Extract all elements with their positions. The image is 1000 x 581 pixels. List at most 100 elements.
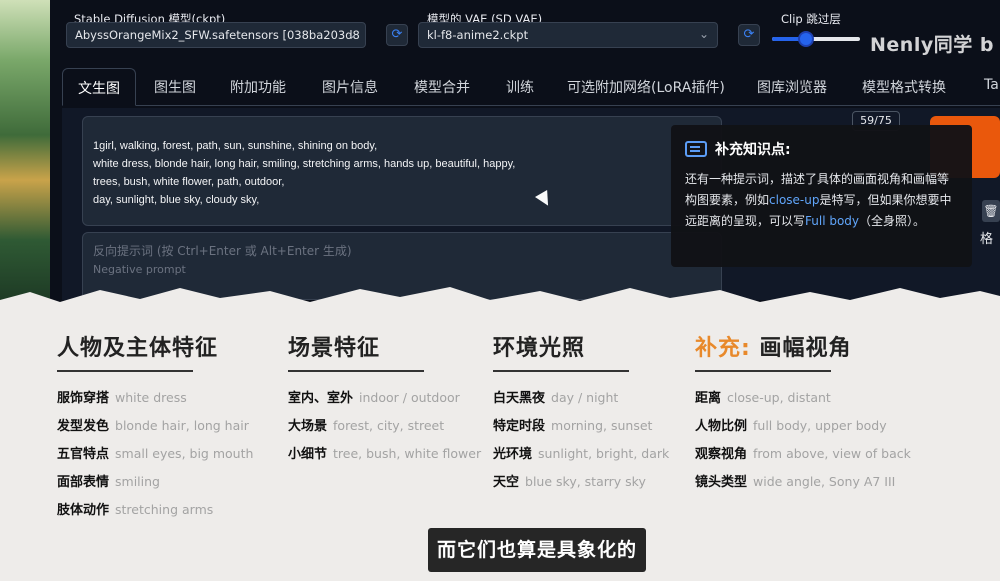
category-lighting: 环境光照 白天黑夜 day / night 特定时段 morning, sunset… xyxy=(493,330,669,496)
list-item: 面部表情 smiling xyxy=(57,468,253,496)
vae-select[interactable]: kl-f8-anime2.ckpt ⌄ xyxy=(418,22,718,48)
slider-thumb[interactable] xyxy=(798,31,814,47)
item-key: 服饰穿搭 xyxy=(57,391,110,406)
item-value: forest, city, street xyxy=(333,418,445,433)
chevron-down-icon: ⌄ xyxy=(346,27,357,41)
tab-txt2img[interactable]: 文生图 xyxy=(62,68,136,106)
item-value: full body, upper body xyxy=(753,418,887,433)
tab-image-browser[interactable]: 图库浏览器 xyxy=(757,68,827,106)
style-label-fragment: 格 xyxy=(980,232,994,247)
item-value: from above, view of back xyxy=(753,446,911,461)
item-value: day / night xyxy=(551,390,619,405)
prompt-line: trees, bush, white flower, path, outdoor… xyxy=(93,176,285,188)
tab-model-converter[interactable]: 模型格式转换 xyxy=(862,68,946,106)
main-tabs: 文生图 图生图 附加功能 图片信息 模型合并 训练 可选附加网络(LoRA插件)… xyxy=(62,66,1000,106)
item-value: morning, sunset xyxy=(551,418,653,433)
list-item: 距离 close-up, distant xyxy=(695,384,911,412)
vae-value: kl-f8-anime2.ckpt xyxy=(427,28,529,42)
item-value: tree, bush, white flower xyxy=(333,446,482,461)
item-value: white dress xyxy=(115,390,187,405)
item-value: wide angle, Sony A7 III xyxy=(753,474,896,489)
tab-png-info[interactable]: 图片信息 xyxy=(322,68,378,106)
tooltip-text: （全身照）。 xyxy=(859,214,926,228)
divider xyxy=(695,370,831,372)
category-title: 补充: 画幅视角 xyxy=(695,330,911,362)
background-forest-image xyxy=(0,0,52,300)
knowledge-tooltip: 补充知识点: 还有一种提示词，描述了具体的画面视角和画幅等构图要素，例如clos… xyxy=(671,125,972,267)
chat-bubble-icon xyxy=(685,141,707,157)
list-item: 服饰穿搭 white dress xyxy=(57,384,253,412)
category-character: 人物及主体特征 服饰穿搭 white dress 发型发色 blonde hair,… xyxy=(57,330,253,524)
category-title-text: 画幅视角 xyxy=(759,336,852,361)
model-select[interactable]: AbyssOrangeMix2_SFW.safetensors [038ba20… xyxy=(66,22,366,48)
refresh-model-icon[interactable]: ⟳ xyxy=(386,24,408,46)
list-item: 光环境 sunlight, bright, dark xyxy=(493,440,669,468)
tab-train[interactable]: 训练 xyxy=(506,68,534,106)
list-item: 肢体动作 stretching arms xyxy=(57,496,253,524)
refresh-vae-icon[interactable]: ⟳ xyxy=(738,24,760,46)
item-key: 特定时段 xyxy=(493,419,546,434)
item-key: 白天黑夜 xyxy=(493,391,546,406)
list-item: 观察视角 from above, view of back xyxy=(695,440,911,468)
channel-watermark: Nenly同学 b xyxy=(870,34,994,56)
divider xyxy=(288,370,424,372)
item-value: close-up, distant xyxy=(727,390,831,405)
model-value: AbyssOrangeMix2_SFW.safetensors [038ba20… xyxy=(75,28,360,42)
tab-img2img[interactable]: 图生图 xyxy=(154,68,196,106)
item-key: 室内、室外 xyxy=(288,391,354,406)
category-title-accent: 补充: xyxy=(695,336,751,361)
negative-placeholder: 反向提示词 (按 Ctrl+Enter 或 Alt+Enter 生成) xyxy=(93,244,352,258)
divider xyxy=(57,370,193,372)
category-title: 场景特征 xyxy=(288,336,381,361)
tooltip-highlight: close-up xyxy=(769,193,820,207)
item-value: sunlight, bright, dark xyxy=(538,446,670,461)
list-item: 特定时段 morning, sunset xyxy=(493,412,669,440)
list-item: 天空 blue sky, starry sky xyxy=(493,468,669,496)
trash-icon[interactable]: 🗑 xyxy=(982,200,1000,222)
negative-sub-placeholder: Negative prompt xyxy=(93,263,186,276)
item-value: blue sky, starry sky xyxy=(525,474,646,489)
prompt-line: day, sunlight, blue sky, cloudy sky, xyxy=(93,194,260,206)
category-title: 人物及主体特征 xyxy=(57,336,219,361)
item-key: 观察视角 xyxy=(695,447,748,462)
prompt-textarea[interactable]: 1girl, walking, forest, path, sun, sunsh… xyxy=(82,116,722,226)
item-key: 大场景 xyxy=(288,419,328,434)
item-key: 肢体动作 xyxy=(57,503,110,518)
item-key: 发型发色 xyxy=(57,419,110,434)
list-item: 白天黑夜 day / night xyxy=(493,384,669,412)
item-key: 天空 xyxy=(493,475,520,490)
list-item: 小细节 tree, bush, white flower xyxy=(288,440,481,468)
clip-skip-label: Clip 跳过层 xyxy=(781,12,841,26)
list-item: 五官特点 small eyes, big mouth xyxy=(57,440,253,468)
divider xyxy=(493,370,629,372)
tooltip-title: 补充知识点: xyxy=(715,142,791,158)
prompt-line: 1girl, walking, forest, path, sun, sunsh… xyxy=(93,140,378,152)
item-value: blonde hair, long hair xyxy=(115,418,249,433)
item-value: indoor / outdoor xyxy=(359,390,460,405)
tooltip-body: 还有一种提示词，描述了具体的画面视角和画幅等构图要素，例如close-up是特写… xyxy=(685,169,958,232)
video-subtitle: 而它们也算是具象化的 xyxy=(428,528,646,572)
list-item: 大场景 forest, city, street xyxy=(288,412,481,440)
prompt-line: white dress, blonde hair, long hair, smi… xyxy=(93,158,516,170)
list-item: 镜头类型 wide angle, Sony A7 III xyxy=(695,468,911,496)
chevron-down-icon: ⌄ xyxy=(698,27,709,41)
item-key: 面部表情 xyxy=(57,475,110,490)
tab-additional-networks[interactable]: 可选附加网络(LoRA插件) xyxy=(567,68,725,106)
tab-overflow[interactable]: Ta xyxy=(984,68,999,106)
tab-checkpoint-merger[interactable]: 模型合并 xyxy=(414,68,470,106)
tab-extras[interactable]: 附加功能 xyxy=(230,68,286,106)
list-item: 室内、室外 indoor / outdoor xyxy=(288,384,481,412)
item-key: 距离 xyxy=(695,391,722,406)
item-key: 小细节 xyxy=(288,447,328,462)
category-title: 环境光照 xyxy=(493,336,586,361)
item-key: 人物比例 xyxy=(695,419,748,434)
item-key: 光环境 xyxy=(493,447,533,462)
category-scene: 场景特征 室内、室外 indoor / outdoor 大场景 forest, ci… xyxy=(288,330,481,468)
item-value: smiling xyxy=(115,474,160,489)
list-item: 人物比例 full body, upper body xyxy=(695,412,911,440)
item-value: small eyes, big mouth xyxy=(115,446,254,461)
model-toolbar: Stable Diffusion 模型(ckpt) AbyssOrangeMix… xyxy=(50,0,1000,58)
item-key: 五官特点 xyxy=(57,447,110,462)
list-item: 发型发色 blonde hair, long hair xyxy=(57,412,253,440)
clip-skip-slider[interactable] xyxy=(772,31,860,47)
